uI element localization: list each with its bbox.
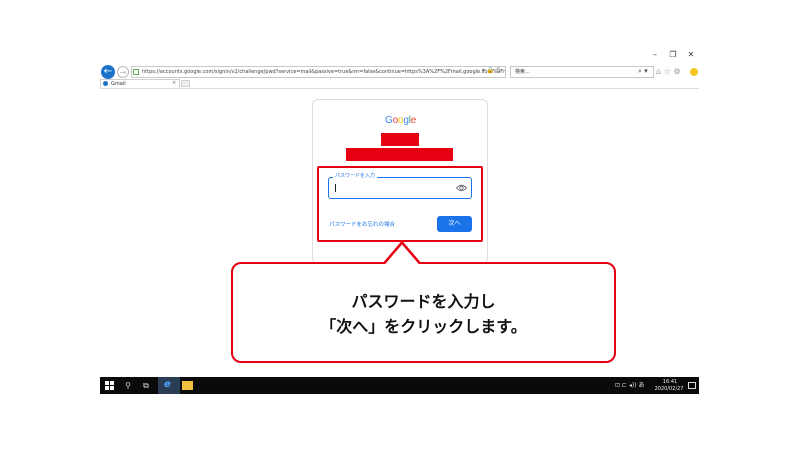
- tab-gmail[interactable]: Gmail: [100, 79, 180, 88]
- forward-button[interactable]: →: [117, 66, 129, 78]
- page-icon: [133, 69, 139, 75]
- tab-label: Gmail: [111, 81, 126, 87]
- toolbar-icons[interactable]: ⌂ ☆ ⚙: [656, 67, 681, 76]
- windows-start-icon[interactable]: [105, 381, 114, 390]
- taskbar-search-icon[interactable]: ⚲: [122, 379, 134, 392]
- tab-close-icon[interactable]: ×: [172, 79, 176, 87]
- logo-letter: e: [410, 115, 417, 126]
- feedback-smiley-icon[interactable]: [690, 68, 698, 76]
- callout-pointer: [384, 241, 420, 265]
- new-tab-button[interactable]: [181, 80, 190, 87]
- taskbar: ⚲ ⧉ e ⊡ ⊏ ◂)) あ 16:41 2020/02/27: [100, 377, 699, 394]
- clock-time[interactable]: 16:41: [658, 379, 682, 385]
- internet-explorer-icon: e: [164, 379, 171, 390]
- callout-text-line2: 「次へ」をクリックします。: [320, 317, 527, 336]
- notification-icon[interactable]: [688, 382, 696, 389]
- address-bar[interactable]: https://accounts.google.com/signin/v2/ch…: [131, 66, 506, 78]
- navigation-bar: ← → https://accounts.google.com/signin/v…: [100, 65, 699, 79]
- search-input[interactable]: 検索...: [510, 66, 654, 78]
- tab-favicon-icon: [103, 81, 108, 86]
- title-bar: – ❐ ✕: [100, 47, 699, 65]
- close-button[interactable]: ✕: [684, 50, 698, 60]
- callout-text-line1: パスワードを入力し: [351, 292, 496, 311]
- google-logo: Google: [385, 115, 417, 126]
- redacted-name: [381, 133, 419, 146]
- back-button[interactable]: ←: [101, 65, 115, 79]
- ime-indicator[interactable]: あ: [638, 382, 644, 389]
- tray-icons: ⊡ ⊏ ◂)): [615, 382, 637, 389]
- logo-letter: G: [385, 115, 393, 126]
- search-icon[interactable]: ⌕ ▾: [638, 67, 648, 76]
- restore-button[interactable]: ❐: [666, 50, 680, 60]
- redacted-email: [346, 148, 453, 161]
- clock-date[interactable]: 2020/02/27: [652, 386, 686, 392]
- highlight-box: [317, 166, 483, 242]
- task-view-icon[interactable]: ⧉: [140, 379, 152, 392]
- chrome-divider: [100, 88, 699, 89]
- minimize-button[interactable]: –: [648, 50, 662, 60]
- file-explorer-icon[interactable]: [182, 381, 193, 390]
- address-bar-icons[interactable]: ▾ 🔒 C: [482, 67, 501, 74]
- system-tray-icons[interactable]: ⊡ ⊏ ◂)) あ: [615, 380, 645, 389]
